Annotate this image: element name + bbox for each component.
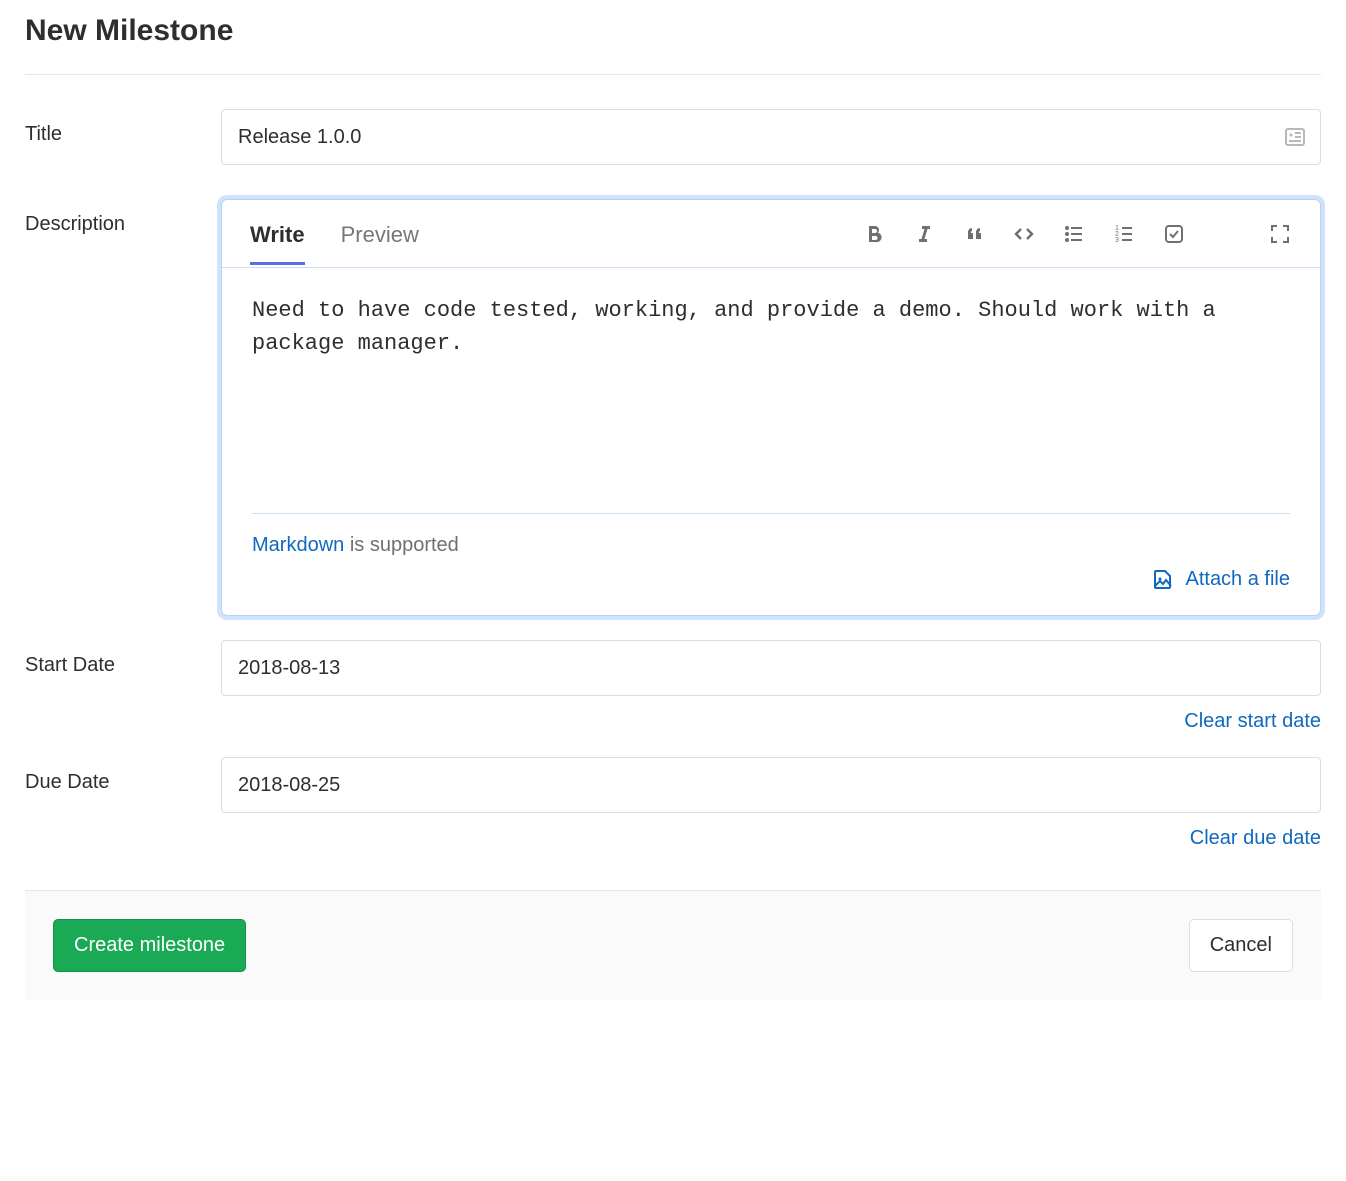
description-editor: Write Preview <box>221 199 1321 616</box>
action-bar: Create milestone Cancel <box>25 890 1321 1000</box>
due-date-label: Due Date <box>25 757 221 794</box>
svg-text:3: 3 <box>1115 237 1119 244</box>
description-textarea[interactable] <box>222 268 1320 508</box>
attach-file-link[interactable]: Attach a file <box>252 567 1290 591</box>
page-title: New Milestone <box>25 14 1321 48</box>
due-date-input[interactable] <box>221 757 1321 813</box>
editor-toolbar: 123 <box>862 222 1292 246</box>
markdown-supported-text: Markdown is supported <box>252 534 1290 557</box>
markdown-link[interactable]: Markdown <box>252 534 344 556</box>
bold-icon[interactable] <box>862 222 886 246</box>
fullscreen-icon[interactable] <box>1268 222 1292 246</box>
clear-start-date-link[interactable]: Clear start date <box>1184 710 1321 733</box>
markdown-suffix: is supported <box>344 534 459 556</box>
quote-icon[interactable] <box>962 222 986 246</box>
image-icon <box>1151 567 1175 591</box>
create-milestone-button[interactable]: Create milestone <box>53 919 246 972</box>
italic-icon[interactable] <box>912 222 936 246</box>
title-input[interactable] <box>221 109 1321 165</box>
tab-preview[interactable]: Preview <box>341 204 419 264</box>
attach-file-label: Attach a file <box>1185 568 1290 591</box>
header-divider <box>25 74 1321 75</box>
numbered-list-icon[interactable]: 123 <box>1112 222 1136 246</box>
start-date-label: Start Date <box>25 640 221 677</box>
tab-write[interactable]: Write <box>250 204 305 264</box>
clear-due-date-link[interactable]: Clear due date <box>1190 827 1321 850</box>
start-date-input[interactable] <box>221 640 1321 696</box>
title-label: Title <box>25 109 221 146</box>
bullet-list-icon[interactable] <box>1062 222 1086 246</box>
cancel-button[interactable]: Cancel <box>1189 919 1293 972</box>
template-icon[interactable] <box>1283 125 1307 149</box>
code-icon[interactable] <box>1012 222 1036 246</box>
task-list-icon[interactable] <box>1162 222 1186 246</box>
description-label: Description <box>25 199 221 236</box>
